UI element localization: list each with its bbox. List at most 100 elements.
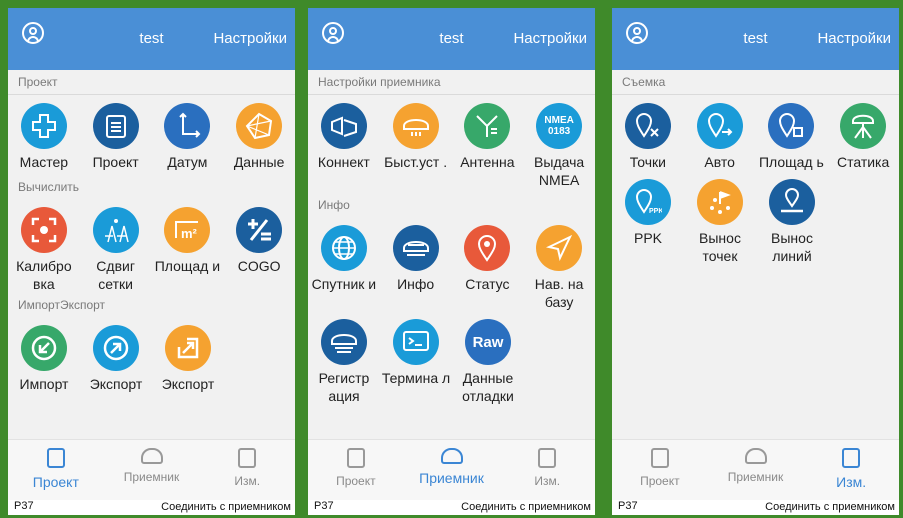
plus-icon (20, 103, 67, 149)
battery-indicator: P37 (618, 500, 638, 512)
tile-datum[interactable]: Датум (152, 95, 224, 171)
measure-tab-icon (538, 448, 557, 468)
status-bar: P37 Соединить с приемником (308, 500, 595, 515)
receiver-tab-icon (744, 448, 767, 464)
ppk-icon: PPK (625, 179, 671, 225)
project-tab-icon (46, 448, 65, 468)
tile-export[interactable]: Экспорт (80, 317, 152, 393)
static-icon (840, 103, 887, 149)
tile-master[interactable]: Мастер (8, 95, 80, 171)
network-icon (236, 103, 283, 149)
export-up-icon (165, 325, 211, 371)
section-label: Съемка (622, 75, 666, 89)
section-label: Настройки приемника (318, 75, 441, 89)
tile-import[interactable]: Импорт (8, 317, 80, 393)
tile-connect[interactable]: Коннект (308, 95, 380, 189)
nav-project[interactable]: Проект (612, 440, 708, 500)
navigate-icon (536, 225, 583, 271)
tile-area-survey[interactable]: Площад ь (756, 95, 828, 171)
nav-measure[interactable]: Изм. (499, 440, 595, 500)
nav-receiver[interactable]: Приемник (708, 440, 804, 500)
battery-indicator: P37 (14, 500, 34, 512)
receiver-icon (392, 103, 439, 149)
settings-button[interactable]: Настройки (817, 30, 891, 47)
tile-calibration[interactable]: Калибро вка (8, 199, 80, 293)
connect-receiver-link[interactable]: Соединить с приемником (765, 501, 895, 513)
tile-terminal[interactable]: Термина л (380, 311, 452, 405)
stakeout-lines-icon (769, 179, 815, 225)
bottom-nav: Проект Приемник Изм. (308, 439, 595, 500)
location-icon (464, 225, 511, 271)
bottom-nav: Проект Приемник Изм. (612, 439, 899, 500)
tile-project[interactable]: Проект (80, 95, 152, 171)
section-label: Инфо (318, 198, 350, 212)
measure-tab-icon (842, 448, 861, 468)
top-bar: test Настройки (308, 8, 595, 70)
tile-info[interactable]: Инфо (380, 217, 452, 311)
section-label: Вычислить (18, 180, 80, 194)
tile-auto[interactable]: Авто (684, 95, 756, 171)
panel-receiver: test Настройки Настройки приемника Конне… (308, 8, 595, 515)
tile-nav-base[interactable]: Нав. на базу (523, 217, 595, 311)
tile-ppk[interactable]: PPK PPK (612, 171, 684, 265)
import-icon (21, 325, 67, 371)
settings-button[interactable]: Настройки (213, 30, 287, 47)
tile-data[interactable]: Данные (223, 95, 295, 171)
tile-grid-shift[interactable]: Сдвиг сетки (80, 199, 152, 293)
receiver-info-icon (392, 225, 439, 271)
stakeout-points-icon (697, 179, 743, 225)
point-icon (624, 103, 671, 149)
panel-project: test Настройки Проект Мастер Проект Дату… (8, 8, 295, 515)
tile-area[interactable]: m² Площад и (152, 199, 224, 293)
tile-debug-data[interactable]: Raw Данные отладки (452, 311, 524, 405)
nav-measure[interactable]: Изм. (803, 440, 899, 500)
receiver-tab-icon (140, 448, 163, 464)
tile-status[interactable]: Статус (452, 217, 524, 311)
tile-quick-setup[interactable]: Быст.уст . (380, 95, 452, 189)
nmea-icon: NMEA 0183 (536, 103, 583, 149)
tile-antenna[interactable]: Антенна (452, 95, 524, 189)
plus-minus-icon (236, 207, 283, 253)
bottom-nav: Проект Приемник Изм. (8, 439, 295, 500)
settings-button[interactable]: Настройки (513, 30, 587, 47)
nav-project[interactable]: Проект (308, 440, 404, 500)
tile-stakeout-lines[interactable]: Вынос линий (756, 171, 828, 265)
nav-project[interactable]: Проект (8, 440, 104, 500)
tile-export-2[interactable]: Экспорт (152, 317, 224, 393)
globe-icon (320, 225, 367, 271)
measure-tab-icon (238, 448, 257, 468)
tile-satellites[interactable]: Спутник и (308, 217, 380, 311)
tile-static[interactable]: Статика (827, 95, 899, 171)
status-bar: P37 Соединить с приемником (612, 500, 899, 515)
connect-receiver-link[interactable]: Соединить с приемником (161, 501, 291, 513)
axes-icon (164, 103, 211, 149)
section-label: ИмпортЭкспорт (18, 298, 106, 312)
battery-indicator: P37 (314, 500, 334, 512)
grid-shift-icon (92, 207, 139, 253)
tile-nmea-output[interactable]: NMEA 0183 Выдача NMEA (523, 95, 595, 189)
record-icon (321, 319, 367, 365)
clipboard-icon (92, 103, 139, 149)
status-bar: P37 Соединить с приемником (8, 500, 295, 515)
nav-receiver[interactable]: Приемник (404, 440, 500, 500)
connect-receiver-link[interactable]: Соединить с приемником (461, 501, 591, 513)
top-bar: test Настройки (8, 8, 295, 70)
panel-survey: test Настройки Съемка Точки Авто Площад … (612, 8, 899, 515)
terminal-icon (393, 319, 439, 365)
area-point-icon (768, 103, 815, 149)
connect-icon (320, 103, 367, 149)
nav-receiver[interactable]: Приемник (104, 440, 200, 500)
export-icon (93, 325, 139, 371)
tile-points[interactable]: Точки (612, 95, 684, 171)
tile-stakeout-points[interactable]: Вынос точек (684, 171, 756, 265)
tile-logging[interactable]: Регистр ация (308, 311, 380, 405)
auto-icon (696, 103, 743, 149)
project-tab-icon (346, 448, 365, 468)
nav-measure[interactable]: Изм. (199, 440, 295, 500)
svg-text:PPK: PPK (649, 208, 662, 215)
top-bar: test Настройки (612, 8, 899, 70)
area-icon: m² (164, 207, 211, 253)
receiver-tab-icon (440, 448, 463, 464)
tile-cogo[interactable]: COGO (223, 199, 295, 293)
calibrate-icon (20, 207, 67, 253)
